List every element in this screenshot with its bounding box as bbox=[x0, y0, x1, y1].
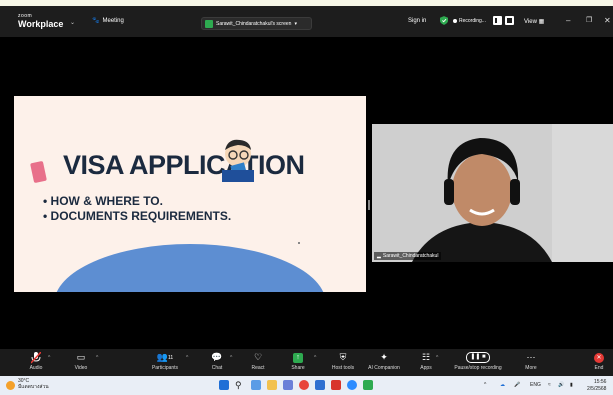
signal-icon: ▂ bbox=[377, 253, 381, 259]
battery-icon[interactable]: ▮ bbox=[570, 382, 573, 388]
share-button[interactable]: ↑ Share bbox=[288, 349, 308, 376]
chat-button[interactable]: 💬 Chat bbox=[208, 349, 226, 376]
cursor-dot bbox=[298, 242, 300, 244]
sparkle-icon: ✦ bbox=[380, 352, 388, 362]
person-illustration bbox=[222, 139, 254, 182]
participants-options-caret[interactable]: ^ bbox=[186, 355, 188, 361]
meeting-info-button[interactable]: 🐾 Meeting bbox=[92, 17, 124, 25]
app-icon[interactable] bbox=[283, 380, 293, 390]
audio-button[interactable]: Audio bbox=[26, 349, 46, 376]
end-button[interactable]: ✕ End bbox=[591, 349, 607, 376]
host-tools-button[interactable]: ⛨ Host tools bbox=[328, 349, 358, 376]
chevron-down-icon: ▾ bbox=[294, 20, 297, 27]
view-button[interactable]: View ▦ bbox=[524, 18, 544, 25]
participants-button[interactable]: 👥 11 Participants bbox=[148, 349, 182, 376]
split-handle[interactable] bbox=[368, 200, 370, 210]
video-camera-icon: ▭ bbox=[76, 352, 86, 362]
zoom-taskbar-icon[interactable] bbox=[347, 380, 357, 390]
minimize-icon[interactable]: – bbox=[566, 16, 570, 25]
participant-name-tag: ▂ Sarawit_Chindaratchakul bbox=[374, 252, 442, 260]
share-arrow-icon: ↑ bbox=[293, 352, 303, 363]
share-screen-icon bbox=[205, 19, 213, 28]
mic-muted-icon bbox=[31, 350, 41, 365]
paw-icon: 🐾 bbox=[92, 18, 100, 24]
video-button[interactable]: ▭ Video bbox=[70, 349, 92, 376]
more-dots-icon: ⋯ bbox=[526, 352, 536, 362]
apps-button[interactable]: ☷ Apps bbox=[416, 349, 436, 376]
shared-screen-pill[interactable]: Sarawit_Chindaratchakul's screen ▾ bbox=[201, 17, 312, 30]
shield-check-icon[interactable] bbox=[440, 16, 448, 25]
system-clock[interactable]: 15:56 2/5/2568 bbox=[587, 379, 606, 392]
pause-recording-button[interactable] bbox=[493, 16, 504, 25]
language-indicator[interactable]: ENG bbox=[530, 382, 541, 388]
title-bar: zoom Workplace ⌄ 🐾 Meeting Sarawit_Chind… bbox=[0, 6, 613, 37]
audio-options-caret[interactable]: ^ bbox=[48, 355, 50, 361]
chat-options-caret[interactable]: ^ bbox=[230, 355, 232, 361]
heart-icon: ♡ bbox=[253, 352, 263, 362]
chat-icon: 💬 bbox=[211, 352, 223, 362]
sun-icon bbox=[6, 381, 15, 390]
chrome-icon[interactable] bbox=[299, 380, 309, 390]
meeting-toolbar: Audio ^ ▭ Video ^ 👥 11 Participants ^ 💬 C… bbox=[0, 349, 613, 376]
onedrive-icon[interactable]: ☁ bbox=[500, 382, 505, 388]
chevron-down-icon[interactable]: ⌄ bbox=[70, 19, 75, 26]
windows-start-icon[interactable] bbox=[219, 380, 229, 390]
widgets-icon[interactable] bbox=[251, 380, 261, 390]
end-call-icon: ✕ bbox=[594, 350, 604, 365]
maximize-icon[interactable]: ❐ bbox=[586, 16, 592, 24]
weather-widget[interactable]: 30°C มีแดดบางส่วน bbox=[6, 378, 49, 390]
share-options-caret[interactable]: ^ bbox=[314, 355, 316, 361]
windows-taskbar: 30°C มีแดดบางส่วน ⚲ ^ ☁ 🎤 ENG ≈ 🔊 ▮ 15:5… bbox=[0, 376, 613, 395]
search-icon[interactable]: ⚲ bbox=[235, 380, 245, 390]
recording-indicator: Recording... bbox=[453, 18, 486, 24]
tray-chevron-icon[interactable]: ^ bbox=[484, 382, 486, 388]
mic-tray-icon[interactable]: 🎤 bbox=[514, 382, 520, 388]
video-options-caret[interactable]: ^ bbox=[96, 355, 98, 361]
line-icon[interactable] bbox=[363, 380, 373, 390]
pause-stop-recording-button[interactable]: ❚❚ ■ Pause/stop recording bbox=[448, 349, 508, 376]
participant-video-tile[interactable]: ▂ Sarawit_Chindaratchakul bbox=[372, 124, 613, 262]
zoom-logo: zoom Workplace bbox=[18, 13, 64, 29]
sign-in-link[interactable]: Sign in bbox=[408, 18, 426, 24]
pause-stop-icon: ❚❚ ■ bbox=[466, 350, 490, 365]
ai-companion-button[interactable]: ✦ AI Companion bbox=[364, 349, 404, 376]
slide-bullet: • DOCUMENTS REQUIREMENTS. bbox=[43, 209, 232, 223]
shared-slide: VISA APPLICATION • HOW & WHERE TO. • DOC… bbox=[14, 96, 366, 292]
people-icon: 👥 11 bbox=[156, 352, 174, 362]
react-button[interactable]: ♡ React bbox=[248, 349, 268, 376]
participant-video bbox=[372, 124, 613, 262]
recording-dot-icon bbox=[453, 19, 457, 23]
slide-title: VISA APPLICATION bbox=[63, 150, 305, 180]
close-icon[interactable]: ✕ bbox=[604, 16, 611, 25]
more-button[interactable]: ⋯ More bbox=[522, 349, 540, 376]
stop-recording-button[interactable] bbox=[505, 16, 514, 25]
outlook-icon[interactable] bbox=[315, 380, 325, 390]
file-explorer-icon[interactable] bbox=[267, 380, 277, 390]
passport-illustration bbox=[30, 160, 47, 184]
wifi-icon[interactable]: ≈ bbox=[548, 382, 551, 388]
acrobat-icon[interactable] bbox=[331, 380, 341, 390]
apps-icon: ☷ bbox=[421, 352, 431, 362]
volume-icon[interactable]: 🔊 bbox=[558, 382, 564, 388]
shield-icon: ⛨ bbox=[339, 352, 347, 362]
slide-hill-shape bbox=[54, 244, 326, 292]
apps-options-caret[interactable]: ^ bbox=[436, 355, 438, 361]
slide-bullet: • HOW & WHERE TO. bbox=[43, 194, 163, 208]
